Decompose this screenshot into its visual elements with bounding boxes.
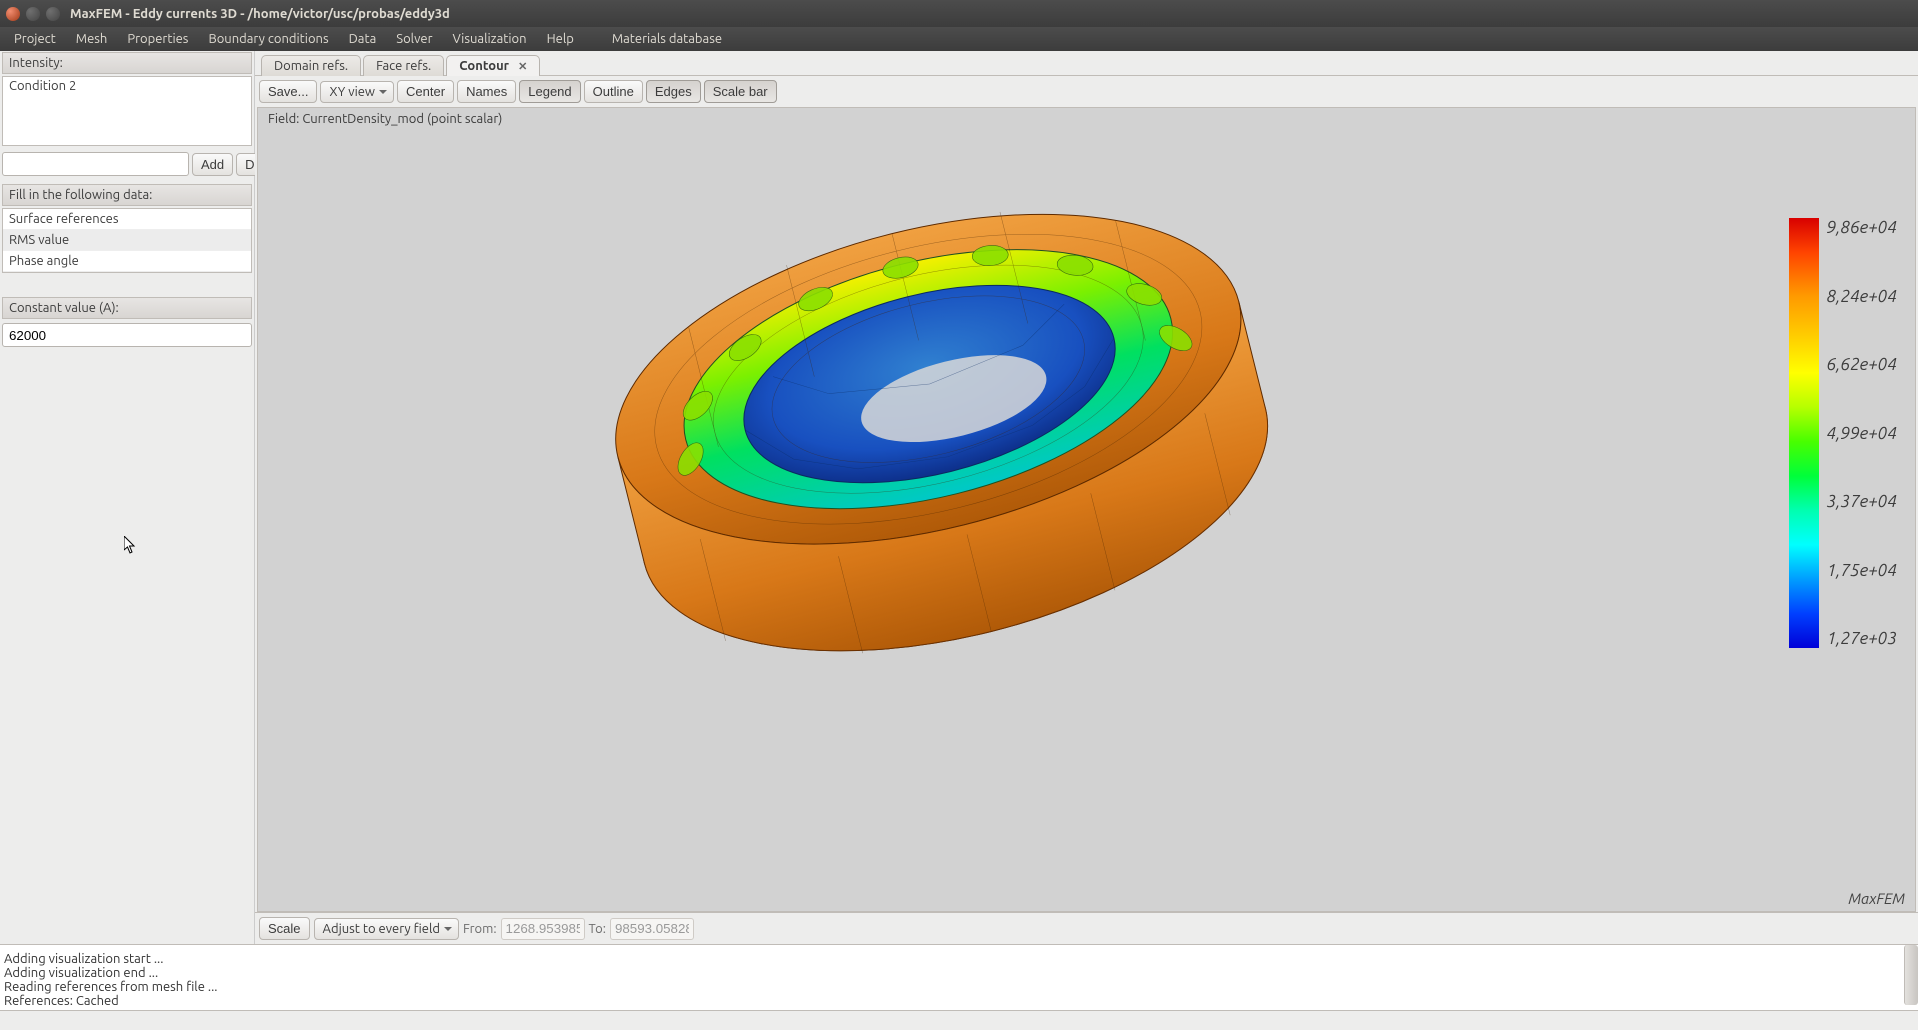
close-icon[interactable]	[6, 7, 20, 21]
viewer-toolbar: Save... XY view Center Names Legend Outl…	[255, 75, 1918, 107]
close-icon[interactable]: ✕	[518, 61, 527, 73]
menu-visualization[interactable]: Visualization	[443, 32, 537, 46]
log-line: Adding visualization start ...	[4, 952, 1914, 966]
tab-contour[interactable]: Contour ✕	[446, 55, 540, 76]
adjust-select-label: Adjust to every field	[323, 922, 440, 936]
maximize-icon[interactable]	[46, 7, 60, 21]
view-select[interactable]: XY view	[320, 81, 394, 103]
menu-project[interactable]: Project	[4, 32, 66, 46]
to-input	[610, 918, 694, 940]
names-button[interactable]: Names	[457, 80, 516, 103]
field-list: Surface references RMS value Phase angle	[2, 208, 252, 273]
tab-label: Face refs.	[376, 59, 431, 73]
minimize-icon[interactable]	[26, 7, 40, 21]
scalebar-tick: 1,27e+03	[1827, 629, 1897, 648]
scalebar-tick: 3,37e+04	[1827, 492, 1897, 511]
menu-boundary-conditions[interactable]: Boundary conditions	[198, 32, 338, 46]
constant-header: Constant value (A):	[2, 297, 252, 319]
main: Intensity: Condition 2 Add Del Fill in t…	[0, 51, 1918, 944]
scalebar-tick: 1,75e+04	[1827, 561, 1897, 580]
to-label: To:	[589, 922, 606, 936]
log-line: References: Cached	[4, 994, 1914, 1008]
center-button[interactable]: Center	[397, 80, 454, 103]
scalebar-labels: 9,86e+04 8,24e+04 6,62e+04 4,99e+04 3,37…	[1819, 218, 1897, 648]
menu-materials-db[interactable]: Materials database	[602, 32, 732, 46]
model-render	[488, 128, 1388, 688]
adjust-select[interactable]: Adjust to every field	[314, 918, 459, 940]
intensity-header: Intensity:	[2, 52, 252, 74]
edges-button[interactable]: Edges	[646, 80, 701, 103]
list-item[interactable]: Phase angle	[3, 251, 251, 272]
scrollbar-handle[interactable]	[1904, 945, 1918, 1005]
scale-button[interactable]: Scale	[259, 917, 310, 940]
constant-value-input[interactable]	[2, 323, 252, 347]
from-label: From:	[463, 922, 497, 936]
scalebar-tick: 4,99e+04	[1827, 424, 1897, 443]
tab-face-refs[interactable]: Face refs.	[363, 55, 444, 76]
watermark: MaxFEM	[1848, 890, 1905, 907]
tab-domain-refs[interactable]: Domain refs.	[261, 55, 361, 76]
tabbar: Domain refs. Face refs. Contour ✕	[255, 51, 1918, 75]
fillin-header: Fill in the following data:	[2, 184, 252, 206]
viewport[interactable]: Field: CurrentDensity_mod (point scalar)	[257, 107, 1916, 912]
menubar: Project Mesh Properties Boundary conditi…	[0, 27, 1918, 51]
scalebar-button[interactable]: Scale bar	[704, 80, 777, 103]
scalebar-tick: 8,24e+04	[1827, 287, 1897, 306]
titlebar: MaxFEM - Eddy currents 3D - /home/victor…	[0, 0, 1918, 27]
sidebar: Intensity: Condition 2 Add Del Fill in t…	[0, 51, 255, 944]
window-title: MaxFEM - Eddy currents 3D - /home/victor…	[70, 7, 450, 21]
list-item[interactable]: Condition 2	[3, 77, 251, 95]
scalebar-gradient	[1789, 218, 1819, 648]
condition-add-row: Add Del	[2, 148, 252, 182]
field-label: Field: CurrentDensity_mod (point scalar)	[268, 112, 502, 126]
tab-label: Contour	[459, 59, 509, 73]
list-item[interactable]: Surface references	[3, 209, 251, 230]
list-item[interactable]: RMS value	[3, 230, 251, 251]
scalebar-tick: 6,62e+04	[1827, 355, 1897, 374]
console: Adding visualization start ... Adding vi…	[0, 944, 1918, 1010]
menu-help[interactable]: Help	[537, 32, 584, 46]
viewer: Domain refs. Face refs. Contour ✕ Save..…	[255, 51, 1918, 944]
window-controls	[6, 7, 60, 21]
menu-properties[interactable]: Properties	[117, 32, 198, 46]
condition-list[interactable]: Condition 2	[2, 76, 252, 146]
condition-name-input[interactable]	[2, 152, 189, 176]
menu-solver[interactable]: Solver	[386, 32, 442, 46]
from-input	[501, 918, 585, 940]
scalebar-tick: 9,86e+04	[1827, 218, 1897, 237]
log-line: Reading references from mesh file ...	[4, 980, 1914, 994]
add-button[interactable]: Add	[192, 153, 233, 176]
legend-button[interactable]: Legend	[519, 80, 580, 103]
save-button[interactable]: Save...	[259, 80, 317, 103]
menu-mesh[interactable]: Mesh	[66, 32, 118, 46]
scalebar: 9,86e+04 8,24e+04 6,62e+04 4,99e+04 3,37…	[1789, 218, 1897, 648]
bottombar: Scale Adjust to every field From: To:	[255, 912, 1918, 944]
statusbar	[0, 1010, 1918, 1030]
log-line: Adding visualization end ...	[4, 966, 1914, 980]
view-select-label: XY view	[329, 85, 375, 99]
menu-data[interactable]: Data	[339, 32, 387, 46]
outline-button[interactable]: Outline	[584, 80, 643, 103]
tab-label: Domain refs.	[274, 59, 348, 73]
